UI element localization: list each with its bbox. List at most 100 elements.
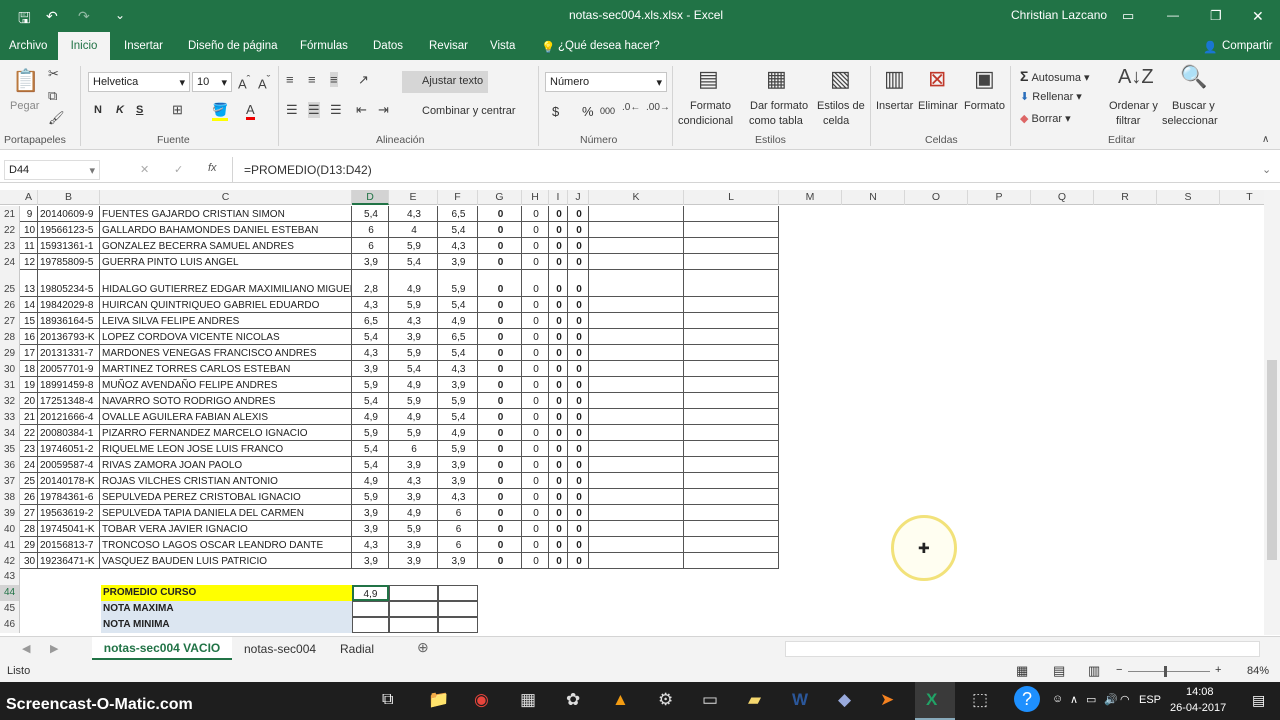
cell-g[interactable]: 0 (480, 298, 521, 313)
row-header[interactable]: 43 (0, 569, 20, 585)
cell-d[interactable]: 5,9 (354, 426, 388, 441)
cell-i[interactable]: 0 (551, 330, 567, 345)
page-break-icon[interactable]: ▥ (1088, 663, 1100, 679)
cell-i[interactable]: 0 (551, 255, 567, 270)
cell-i[interactable]: 0 (551, 362, 567, 377)
cell-a[interactable]: 29 (22, 538, 37, 553)
cell-j[interactable]: 0 (570, 394, 588, 409)
cell-e[interactable]: 4,9 (391, 378, 437, 393)
cell-h[interactable]: 0 (524, 490, 548, 505)
app-icon[interactable]: ✿ (566, 690, 580, 710)
enter-icon[interactable]: ✓ (174, 163, 183, 176)
cell-b[interactable]: 19236471-K (40, 554, 99, 569)
cell-e[interactable]: 3,9 (391, 538, 437, 553)
cell-g[interactable]: 0 (480, 282, 521, 297)
cell-b[interactable]: 20121666-4 (40, 410, 99, 425)
cell-i[interactable]: 0 (551, 506, 567, 521)
cell-h[interactable]: 0 (524, 239, 548, 254)
row-header[interactable]: 26 (0, 297, 20, 313)
calculator-icon[interactable]: ▦ (520, 690, 536, 710)
cell-f[interactable]: 3,9 (440, 378, 477, 393)
cell-i[interactable]: 0 (551, 239, 567, 254)
vertical-scrollbar[interactable] (1264, 190, 1280, 635)
normal-view-icon[interactable]: ▦ (1016, 663, 1028, 679)
cell-g[interactable]: 0 (480, 223, 521, 238)
summary-cell-d[interactable] (352, 601, 389, 617)
cell-c[interactable]: TOBAR VERA JAVIER IGNACIO (102, 522, 351, 537)
delete-cells-button[interactable]: Eliminar (918, 100, 958, 112)
cell-j[interactable]: 0 (570, 330, 588, 345)
cell-e[interactable]: 4,3 (391, 207, 437, 222)
cell-f[interactable]: 5,9 (440, 442, 477, 457)
row-header[interactable]: 41 (0, 537, 20, 553)
user-tray-icon[interactable]: ☺ (1052, 693, 1063, 705)
cell-b[interactable]: 18991459-8 (40, 378, 99, 393)
paste-icon[interactable]: 📋 (12, 68, 39, 94)
cell-c[interactable]: SEPULVEDA PEREZ CRISTOBAL IGNACIO (102, 490, 351, 505)
cell-a[interactable]: 17 (22, 346, 37, 361)
cell-e[interactable]: 4,9 (391, 506, 437, 521)
cell-i[interactable]: 0 (551, 223, 567, 238)
cell-e[interactable]: 3,9 (391, 490, 437, 505)
cell-e[interactable]: 4,9 (391, 282, 437, 297)
cell-b[interactable]: 19842029-8 (40, 298, 99, 313)
column-header-p[interactable]: P (968, 190, 1031, 205)
cell-a[interactable]: 15 (22, 314, 37, 329)
cell-f[interactable]: 5,9 (440, 282, 477, 297)
cell-b[interactable]: 20080384-1 (40, 426, 99, 441)
number-format-select[interactable]: Número ▾ (545, 72, 667, 92)
cell-i[interactable]: 0 (551, 442, 567, 457)
cell-i[interactable]: 0 (551, 458, 567, 473)
cell-f[interactable]: 4,3 (440, 239, 477, 254)
cell-g[interactable]: 0 (480, 346, 521, 361)
chrome-icon[interactable]: ◉ (474, 690, 489, 710)
cell-styles-icon[interactable]: ▧ (830, 66, 851, 92)
cell-b[interactable]: 18936164-5 (40, 314, 99, 329)
cell-g[interactable]: 0 (480, 554, 521, 569)
cell-b[interactable]: 19784361-6 (40, 490, 99, 505)
cell-g[interactable]: 0 (480, 362, 521, 377)
cell-e[interactable]: 3,9 (391, 330, 437, 345)
decrease-font-icon[interactable]: Aˇ (258, 74, 270, 91)
cell-a[interactable]: 20 (22, 394, 37, 409)
cell-c[interactable]: GONZALEZ BECERRA SAMUEL ANDRES (102, 239, 351, 254)
cell-j[interactable]: 0 (570, 378, 588, 393)
cell-g[interactable]: 0 (480, 330, 521, 345)
cell-h[interactable]: 0 (524, 298, 548, 313)
cell-a[interactable]: 28 (22, 522, 37, 537)
cell-b[interactable]: 20059587-4 (40, 458, 99, 473)
fill-color-icon[interactable]: 🪣 (212, 102, 229, 121)
cell-c[interactable]: RIQUELME LEON JOSE LUIS FRANCO (102, 442, 351, 457)
summary-label[interactable]: NOTA MAXIMA (101, 601, 352, 617)
task-view-icon[interactable]: ⧉ (382, 691, 393, 709)
cell-c[interactable]: FUENTES GAJARDO CRISTIAN SIMON (102, 207, 351, 222)
cell-e[interactable]: 5,9 (391, 426, 437, 441)
row-header[interactable]: 45 (0, 601, 20, 617)
minimize-icon[interactable]: — (1167, 8, 1179, 22)
bold-button[interactable]: N (94, 104, 102, 116)
conditional-format-icon[interactable]: ▤ (698, 66, 719, 92)
row-header[interactable]: 40 (0, 521, 20, 537)
summary-cell-d[interactable]: 4,9 (352, 585, 389, 601)
row-header[interactable]: 36 (0, 457, 20, 473)
cell-j[interactable]: 0 (570, 314, 588, 329)
name-box[interactable]: D44 ▾ (4, 160, 100, 180)
column-header-b[interactable]: B (38, 190, 100, 205)
cell-c[interactable]: SEPULVEDA TAPIA DANIELA DEL CARMEN (102, 506, 351, 521)
cell-d[interactable]: 3,9 (354, 255, 388, 270)
cell-e[interactable]: 5,9 (391, 394, 437, 409)
cell-j[interactable]: 0 (570, 474, 588, 489)
summary-label[interactable]: NOTA MINIMA (101, 617, 352, 633)
cell-j[interactable]: 0 (570, 298, 588, 313)
zoom-slider[interactable] (1128, 671, 1210, 672)
cancel-icon[interactable]: ✕ (140, 163, 149, 176)
summary-cell-e[interactable] (389, 585, 438, 601)
cell-h[interactable]: 0 (524, 330, 548, 345)
vlc-icon[interactable]: ▲ (612, 690, 629, 710)
cell-h[interactable]: 0 (524, 207, 548, 222)
cell-f[interactable]: 4,9 (440, 314, 477, 329)
cell-c[interactable]: VASQUEZ BAUDEN LUIS PATRICIO (102, 554, 351, 569)
summary-cell-f[interactable] (438, 585, 478, 601)
media-icon[interactable]: ➤ (880, 690, 894, 710)
cell-e[interactable]: 4,3 (391, 314, 437, 329)
